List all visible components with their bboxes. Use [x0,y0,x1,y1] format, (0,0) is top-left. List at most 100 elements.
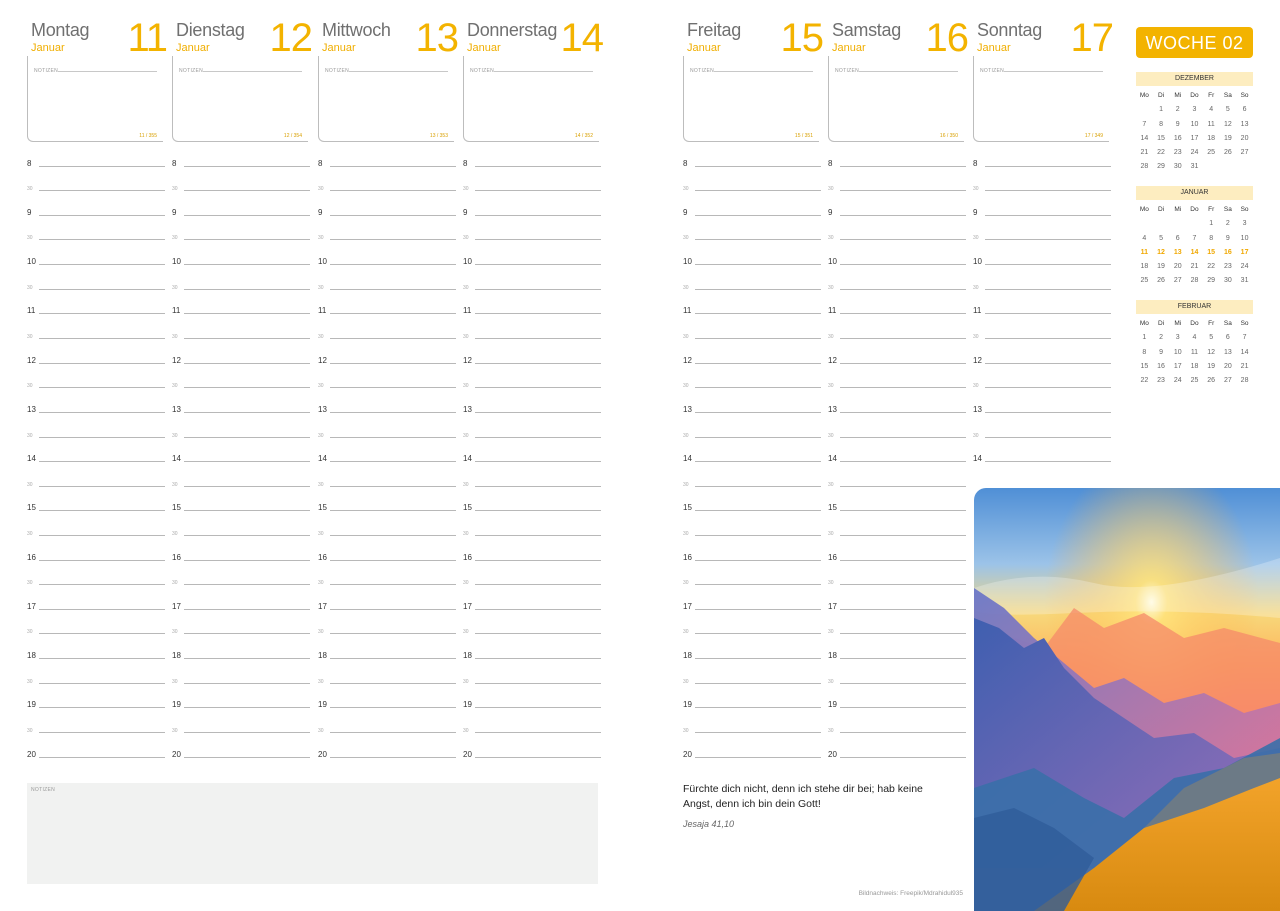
calendar-day[interactable]: 26 [1153,274,1170,288]
half-hour-slot[interactable]: 30 [27,180,167,192]
hour-slot[interactable]: 12 [172,353,312,365]
hour-slot[interactable]: 11 [828,303,968,315]
hour-slot[interactable]: 8 [318,156,458,168]
calendar-day[interactable]: 8 [1136,346,1153,360]
hour-slot[interactable]: 13 [973,402,1113,414]
calendar-day[interactable]: 12 [1153,246,1170,260]
calendar-day[interactable]: 4 [1186,331,1203,345]
hour-slot[interactable]: 20 [172,747,312,759]
calendar-day[interactable]: 20 [1236,132,1253,146]
half-hour-slot[interactable]: 30 [27,229,167,241]
hour-slot[interactable]: 8 [683,156,823,168]
half-hour-slot[interactable]: 30 [318,279,458,291]
hour-slot[interactable]: 17 [318,599,458,611]
day-notes-box[interactable]: NOTIZEN 16 / 350 [828,56,964,142]
calendar-day[interactable]: 27 [1220,374,1237,388]
half-hour-slot[interactable]: 30 [683,722,823,734]
calendar-day[interactable]: 20 [1220,360,1237,374]
hour-slot[interactable]: 10 [683,254,823,266]
half-hour-slot[interactable]: 30 [683,525,823,537]
half-hour-slot[interactable]: 30 [463,180,603,192]
hour-slot[interactable]: 9 [828,205,968,217]
half-hour-slot[interactable]: 30 [463,377,603,389]
calendar-day[interactable]: 12 [1220,118,1237,132]
hour-slot[interactable]: 18 [683,648,823,660]
hour-slot[interactable]: 9 [318,205,458,217]
calendar-day[interactable]: 28 [1236,374,1253,388]
half-hour-slot[interactable]: 30 [683,180,823,192]
hour-slot[interactable]: 10 [828,254,968,266]
calendar-day[interactable]: 25 [1186,374,1203,388]
hour-slot[interactable]: 10 [318,254,458,266]
calendar-day[interactable]: 7 [1236,331,1253,345]
calendar-day[interactable]: 17 [1236,246,1253,260]
half-hour-slot[interactable]: 30 [318,673,458,685]
calendar-day[interactable]: 26 [1220,146,1237,160]
hour-slot[interactable]: 13 [683,402,823,414]
half-hour-slot[interactable]: 30 [318,377,458,389]
calendar-day[interactable]: 2 [1153,331,1170,345]
calendar-day[interactable]: 13 [1220,346,1237,360]
hour-slot[interactable]: 11 [973,303,1113,315]
calendar-day[interactable]: 29 [1153,160,1170,174]
hour-slot[interactable]: 12 [683,353,823,365]
hour-slot[interactable]: 17 [683,599,823,611]
half-hour-slot[interactable]: 30 [463,525,603,537]
half-hour-slot[interactable]: 30 [463,427,603,439]
calendar-day[interactable]: 6 [1169,232,1186,246]
calendar-day[interactable]: 5 [1220,103,1237,117]
hour-slot[interactable]: 14 [683,451,823,463]
half-hour-slot[interactable]: 30 [683,229,823,241]
calendar-day[interactable]: 3 [1169,331,1186,345]
hour-slot[interactable]: 14 [973,451,1113,463]
calendar-day[interactable]: 24 [1236,260,1253,274]
half-hour-slot[interactable]: 30 [828,279,968,291]
hour-slot[interactable]: 14 [318,451,458,463]
half-hour-slot[interactable]: 30 [172,180,312,192]
hour-slot[interactable]: 18 [27,648,167,660]
hour-slot[interactable]: 11 [172,303,312,315]
hour-slot[interactable]: 8 [172,156,312,168]
half-hour-slot[interactable]: 30 [828,525,968,537]
hour-slot[interactable]: 13 [828,402,968,414]
half-hour-slot[interactable]: 30 [828,377,968,389]
half-hour-slot[interactable]: 30 [828,427,968,439]
half-hour-slot[interactable]: 30 [828,574,968,586]
half-hour-slot[interactable]: 30 [318,476,458,488]
hour-slot[interactable]: 19 [828,697,968,709]
half-hour-slot[interactable]: 30 [828,328,968,340]
day-notes-box[interactable]: NOTIZEN 12 / 354 [172,56,308,142]
hour-slot[interactable]: 19 [172,697,312,709]
half-hour-slot[interactable]: 30 [828,623,968,635]
half-hour-slot[interactable]: 30 [463,623,603,635]
calendar-day[interactable]: 25 [1136,274,1153,288]
hour-slot[interactable]: 19 [463,697,603,709]
calendar-day[interactable]: 19 [1203,360,1220,374]
hour-slot[interactable]: 9 [683,205,823,217]
day-notes-box[interactable]: NOTIZEN 15 / 351 [683,56,819,142]
hour-slot[interactable]: 16 [27,550,167,562]
half-hour-slot[interactable]: 30 [27,279,167,291]
hour-slot[interactable]: 18 [318,648,458,660]
half-hour-slot[interactable]: 30 [172,476,312,488]
hour-slot[interactable]: 9 [27,205,167,217]
hour-slot[interactable]: 10 [172,254,312,266]
day-notes-box[interactable]: NOTIZEN 17 / 349 [973,56,1109,142]
calendar-day[interactable]: 18 [1186,360,1203,374]
half-hour-slot[interactable]: 30 [172,673,312,685]
calendar-day[interactable]: 15 [1136,360,1153,374]
hour-slot[interactable]: 12 [828,353,968,365]
calendar-day[interactable]: 25 [1203,146,1220,160]
hour-slot[interactable]: 16 [683,550,823,562]
calendar-day[interactable]: 16 [1169,132,1186,146]
calendar-day[interactable]: 14 [1136,132,1153,146]
half-hour-slot[interactable]: 30 [318,328,458,340]
hour-slot[interactable]: 14 [172,451,312,463]
hour-slot[interactable]: 10 [27,254,167,266]
calendar-day[interactable]: 4 [1203,103,1220,117]
calendar-day[interactable]: 18 [1136,260,1153,274]
calendar-day[interactable]: 20 [1169,260,1186,274]
calendar-day[interactable]: 19 [1153,260,1170,274]
half-hour-slot[interactable]: 30 [683,623,823,635]
calendar-day[interactable]: 28 [1186,274,1203,288]
